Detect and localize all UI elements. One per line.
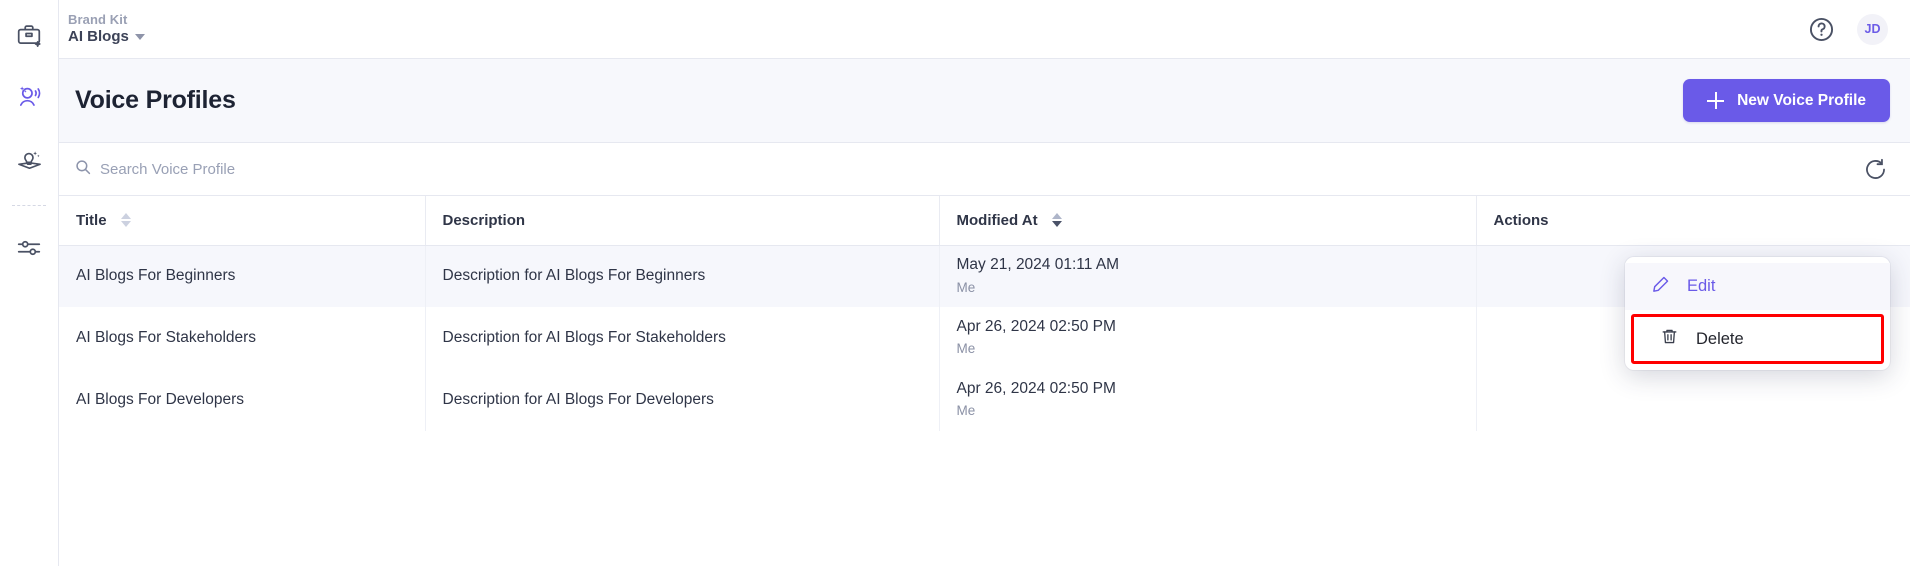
column-header-actions-label: Actions (1493, 211, 1549, 229)
breadcrumb-current-selector[interactable]: AI Blogs (68, 28, 145, 47)
column-header-modified-at-label: Modified At (956, 211, 1038, 229)
modified-by-value: Me (956, 341, 976, 357)
table-row[interactable]: AI Blogs For Developers Description for … (59, 369, 1910, 431)
lightbulb-book-icon (16, 146, 43, 173)
pencil-icon (1651, 275, 1670, 299)
cell-description: Description for AI Blogs For Beginners (425, 245, 940, 307)
cell-title: AI Blogs For Beginners (59, 245, 426, 307)
column-header-title[interactable]: Title (59, 196, 426, 246)
search-icon (75, 159, 91, 180)
modified-by-value: Me (956, 403, 976, 419)
cell-description: Description for AI Blogs For Stakeholder… (425, 307, 940, 369)
voice-person-icon (15, 83, 43, 111)
avatar[interactable]: JD (1857, 13, 1888, 45)
dropdown-item-delete[interactable]: Delete (1634, 317, 1881, 361)
top-bar-actions: JD (1808, 13, 1888, 45)
modified-at-value: May 21, 2024 01:11 AM (956, 256, 1120, 274)
page-title: Voice Profiles (75, 86, 236, 114)
sidebar-item-insights[interactable] (7, 137, 51, 181)
row-actions-dropdown: Edit Delete (1625, 257, 1890, 370)
new-voice-profile-button[interactable]: New Voice Profile (1683, 79, 1890, 122)
modified-by-value: Me (956, 279, 976, 295)
refresh-icon[interactable] (1863, 157, 1888, 182)
cell-actions (1476, 369, 1910, 431)
plus-icon (1707, 92, 1725, 109)
modified-at-value: Apr 26, 2024 02:50 PM (956, 379, 1116, 397)
column-header-description: Description (425, 196, 940, 246)
cell-modified-at: Apr 26, 2024 02:50 PM Me (939, 307, 1477, 369)
sidebar-divider (12, 205, 46, 206)
breadcrumb-current-label: AI Blogs (68, 27, 129, 45)
cell-title: AI Blogs For Developers (59, 369, 426, 431)
cell-title: AI Blogs For Stakeholders (59, 307, 426, 369)
page-header: Voice Profiles New Voice Profile (59, 59, 1910, 143)
help-circle-icon[interactable] (1808, 16, 1835, 43)
sliders-icon (16, 235, 42, 261)
cell-modified-at: May 21, 2024 01:11 AM Me (939, 245, 1477, 307)
delete-highlight-box: Delete (1631, 314, 1884, 364)
dropdown-item-edit[interactable]: Edit (1625, 263, 1890, 310)
app-root: Brand Kit AI Blogs JD Voice Profiles New… (0, 0, 1910, 566)
sidebar (0, 0, 59, 566)
breadcrumb-parent: Brand Kit (68, 11, 128, 27)
main-area: Brand Kit AI Blogs JD Voice Profiles New… (59, 0, 1910, 566)
column-header-actions: Actions (1476, 196, 1910, 246)
sidebar-item-settings[interactable] (7, 226, 51, 270)
briefcase-sparkle-icon (16, 22, 42, 48)
column-header-title-label: Title (76, 211, 107, 229)
column-header-modified-at[interactable]: Modified At (939, 196, 1477, 246)
search-box (75, 159, 1863, 180)
sort-toggle-modified-at[interactable] (1051, 213, 1062, 228)
cell-modified-at: Apr 26, 2024 02:50 PM Me (939, 369, 1477, 431)
column-header-description-label: Description (442, 211, 526, 229)
breadcrumb: Brand Kit AI Blogs (68, 12, 145, 47)
table-header-row: Title Description Modified At Actions (59, 196, 1910, 246)
cell-description: Description for AI Blogs For Developers (425, 369, 940, 431)
modified-at-value: Apr 26, 2024 02:50 PM (956, 317, 1116, 335)
chevron-down-icon (134, 34, 145, 41)
dropdown-item-edit-label: Edit (1687, 277, 1716, 295)
sidebar-item-brand-kit[interactable] (7, 13, 51, 57)
search-input[interactable] (100, 160, 520, 178)
sort-toggle-title[interactable] (120, 213, 131, 228)
trash-icon (1660, 327, 1679, 351)
sidebar-item-voice-profiles[interactable] (7, 75, 51, 119)
dropdown-item-delete-label: Delete (1696, 329, 1744, 348)
search-row (59, 143, 1910, 196)
voice-profiles-table-wrap: Title Description Modified At Actions AI… (59, 196, 1910, 566)
top-bar: Brand Kit AI Blogs JD (59, 0, 1910, 59)
new-voice-profile-label: New Voice Profile (1737, 91, 1866, 109)
